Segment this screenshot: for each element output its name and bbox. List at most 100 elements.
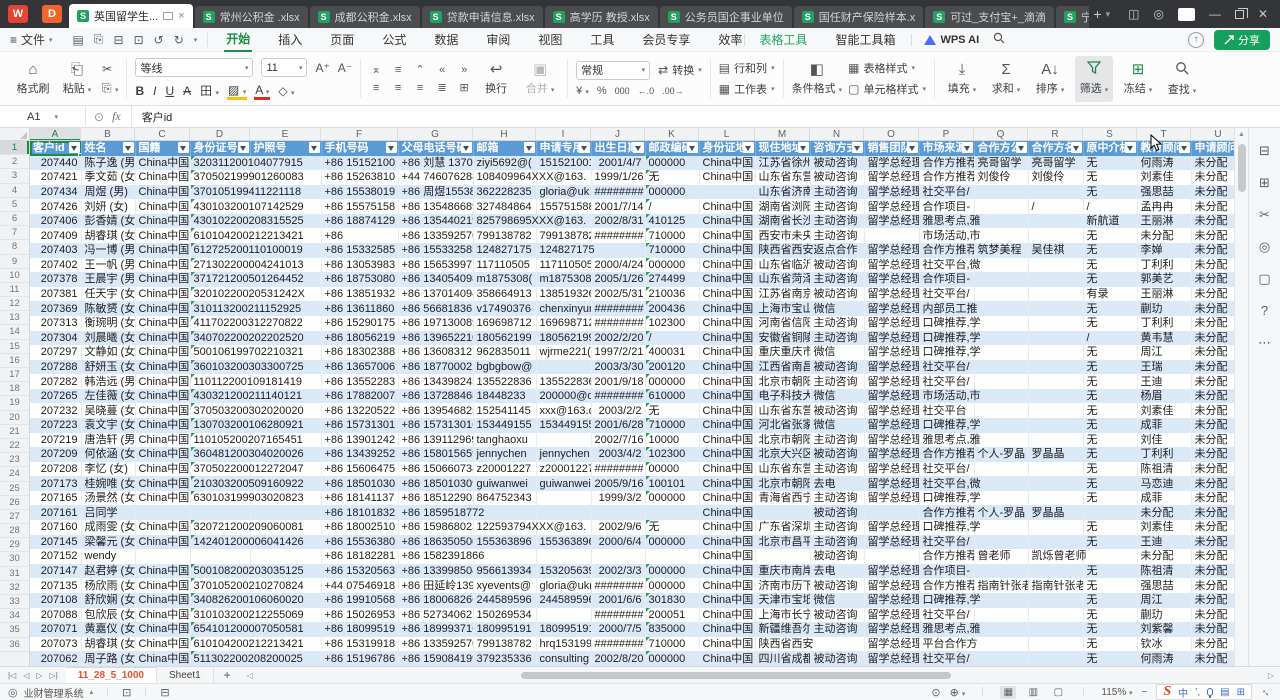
cell[interactable]: 包欣辰 (女 bbox=[81, 608, 135, 623]
cell[interactable] bbox=[473, 505, 536, 520]
cell[interactable]: 207145 bbox=[30, 535, 81, 550]
cell[interactable]: 胡睿琪 (女 bbox=[81, 228, 135, 243]
locate-icon[interactable]: ⊕ ▾ bbox=[950, 686, 966, 699]
cell[interactable] bbox=[974, 258, 1028, 273]
cell[interactable]: 无 bbox=[645, 403, 699, 418]
decrease-font-icon[interactable]: A⁻ bbox=[338, 61, 352, 75]
cell[interactable]: 962835011 bbox=[473, 345, 536, 360]
cell[interactable]: 无 bbox=[1083, 243, 1137, 258]
cell[interactable]: 207165 bbox=[30, 491, 81, 506]
cell[interactable] bbox=[536, 520, 591, 535]
row-number-20[interactable]: 20 bbox=[0, 411, 29, 425]
row-number-15[interactable]: 15 bbox=[0, 340, 29, 354]
cell[interactable]: 207304 bbox=[30, 331, 81, 346]
cell[interactable]: 未分配 bbox=[1191, 185, 1234, 200]
cell[interactable]: China中国 bbox=[135, 374, 190, 389]
cell[interactable]: +86 1573130169 bbox=[398, 418, 473, 433]
cell[interactable] bbox=[250, 637, 321, 652]
cell[interactable] bbox=[190, 549, 250, 564]
cell[interactable]: 留学总经理 bbox=[864, 578, 919, 593]
currency-button[interactable]: ¥ ▾ bbox=[576, 85, 589, 97]
formula-input[interactable]: 客户id bbox=[131, 106, 173, 127]
row-number-8[interactable]: 8 bbox=[0, 240, 29, 254]
indent-increase-icon[interactable]: » bbox=[457, 64, 471, 76]
cell[interactable]: 雅思考点,雅 bbox=[919, 214, 974, 229]
cell[interactable] bbox=[974, 433, 1028, 448]
cell[interactable] bbox=[536, 360, 591, 375]
cell[interactable]: 370105200210270824 bbox=[190, 578, 250, 593]
cell[interactable]: China中国 bbox=[135, 447, 190, 462]
cell[interactable]: 未分配 bbox=[1191, 301, 1234, 316]
cell[interactable]: 被动咨询 bbox=[810, 360, 864, 375]
cell[interactable]: 无 bbox=[1083, 185, 1137, 200]
cell[interactable]: 124827175 bbox=[536, 243, 591, 258]
cell[interactable]: China中国 bbox=[135, 272, 190, 287]
cell[interactable] bbox=[974, 185, 1028, 200]
cell[interactable]: +86 bbox=[321, 228, 398, 243]
cell[interactable]: 北京市昌平 bbox=[755, 535, 810, 550]
cell[interactable]: 袁文宇 (女 bbox=[81, 418, 135, 433]
cell[interactable]: China中国 bbox=[699, 637, 755, 652]
cut-icon[interactable]: ✂ bbox=[102, 62, 118, 76]
cell[interactable]: 蒯玏 bbox=[1137, 301, 1191, 316]
percent-button[interactable]: % bbox=[597, 85, 607, 97]
cell[interactable]: +86 15196786 bbox=[321, 651, 398, 666]
cell[interactable]: 王迪 bbox=[1137, 535, 1191, 550]
sheet-tab[interactable]: Sheet1 bbox=[157, 667, 214, 684]
cell[interactable] bbox=[135, 549, 190, 564]
cell[interactable]: consulting bbox=[536, 651, 591, 666]
cell[interactable]: 青海省西宁 bbox=[755, 491, 810, 506]
menu-tab-10[interactable]: 效率 bbox=[716, 28, 744, 51]
cell[interactable]: 未分配 bbox=[1191, 651, 1234, 666]
cell[interactable] bbox=[473, 549, 536, 564]
cell[interactable] bbox=[974, 608, 1028, 623]
row-number-17[interactable]: 17 bbox=[0, 368, 29, 382]
cell[interactable]: 无 bbox=[1083, 156, 1137, 171]
cell[interactable]: 新航道 bbox=[1083, 214, 1137, 229]
cell[interactable] bbox=[1028, 316, 1083, 331]
increase-decimal-button[interactable]: ←.0 bbox=[638, 86, 655, 96]
cell[interactable]: China中国 bbox=[699, 505, 755, 520]
cell[interactable]: 陕西省西安返点合作 bbox=[755, 243, 810, 258]
cell[interactable]: +86 18182281 bbox=[321, 549, 398, 564]
cell[interactable]: +86 15320563 bbox=[321, 564, 398, 579]
cell[interactable]: 主动咨询 bbox=[810, 199, 864, 214]
history-icon[interactable]: ⊡ bbox=[122, 686, 131, 699]
cell[interactable]: China中国 bbox=[699, 199, 755, 214]
cell[interactable]: m1875308( bbox=[473, 272, 536, 287]
cell[interactable]: 刘素佳 bbox=[1137, 170, 1191, 185]
cell[interactable]: 310103200212255069 bbox=[190, 608, 250, 623]
cell[interactable] bbox=[250, 360, 321, 375]
file-tab[interactable]: S成都公积金.xlsx bbox=[310, 6, 420, 28]
cell[interactable]: 舒欣娴 (女 bbox=[81, 593, 135, 608]
cell[interactable]: China中国 bbox=[699, 447, 755, 462]
cell[interactable] bbox=[250, 622, 321, 637]
row-number-6[interactable]: 6 bbox=[0, 212, 29, 226]
column-header-M[interactable]: M bbox=[755, 128, 810, 140]
cell[interactable]: 主动咨询 bbox=[810, 185, 864, 200]
cell[interactable]: 李婵 bbox=[1137, 243, 1191, 258]
cell[interactable]: +86 18874129 bbox=[321, 214, 398, 229]
file-tab[interactable]: S国任财产保险样本.x bbox=[794, 6, 924, 28]
cell[interactable]: China中国 bbox=[699, 345, 755, 360]
table-header-cell[interactable]: 申请顾问 bbox=[1191, 141, 1234, 156]
cell[interactable]: 钦冰 bbox=[1137, 637, 1191, 652]
table-header-cell[interactable]: 现住地址 bbox=[755, 141, 810, 156]
cell[interactable]: 000000 bbox=[645, 258, 699, 273]
cell[interactable]: 153449155 bbox=[473, 418, 536, 433]
cell[interactable]: 未分配 bbox=[1191, 418, 1234, 433]
table-header-cell[interactable]: 销售团队 bbox=[864, 141, 919, 156]
cell[interactable]: 155363896 bbox=[536, 535, 591, 550]
zoom-level[interactable]: 115% ▾ bbox=[1101, 687, 1132, 698]
cell[interactable]: 未分配 bbox=[1191, 389, 1234, 404]
cell[interactable]: 社交平台/ bbox=[919, 287, 974, 302]
cell-style-button[interactable]: ▢ 单元格样式 ▾ bbox=[848, 81, 926, 97]
cell[interactable]: 江西省南昌 bbox=[755, 360, 810, 375]
cell[interactable]: +86 13439252 bbox=[321, 447, 398, 462]
cell[interactable]: 吕同学 bbox=[81, 505, 135, 520]
cell[interactable]: 无 bbox=[1083, 476, 1137, 491]
table-style-button[interactable]: ▦ 表格样式 ▾ bbox=[848, 60, 926, 76]
cell[interactable]: 被动咨询 bbox=[810, 258, 864, 273]
distribute-icon[interactable]: ⊞ bbox=[457, 81, 471, 94]
cell[interactable]: ######## bbox=[591, 301, 645, 316]
